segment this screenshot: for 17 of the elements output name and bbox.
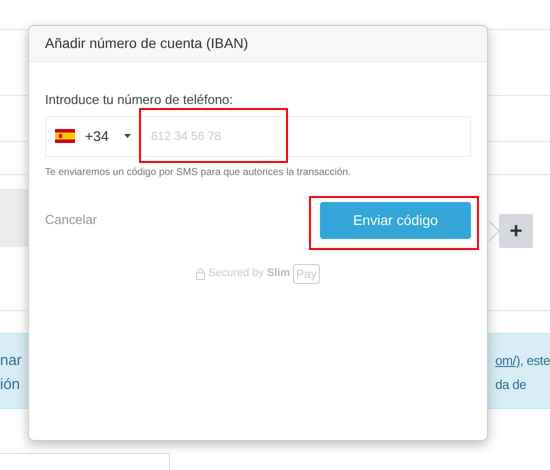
country-select[interactable]: +34 [45, 116, 141, 156]
hint-text: Te enviaremos un código por SMS para que autorices la transacción. [45, 166, 352, 180]
caret-icon [124, 134, 131, 138]
dialog-title: Añadir número de cuenta (IBAN) [45, 34, 248, 53]
banner-link[interactable]: om/) [495, 352, 520, 370]
flag-icon [55, 129, 75, 143]
add-button[interactable]: + [499, 214, 533, 248]
banner-text: , este [520, 352, 550, 370]
banner-text: nar [0, 352, 22, 370]
send-code-button[interactable]: Enviar código [320, 202, 471, 238]
lock-icon [196, 268, 206, 280]
text-field[interactable] [0, 453, 170, 470]
banner-text: ión [0, 376, 22, 394]
cancel-button[interactable]: Cancelar [45, 210, 98, 230]
brand-logo-text: Slim [266, 266, 290, 282]
phone-label: Introduce tu número de teléfono: [45, 91, 234, 109]
banner-text: da de [495, 376, 526, 394]
